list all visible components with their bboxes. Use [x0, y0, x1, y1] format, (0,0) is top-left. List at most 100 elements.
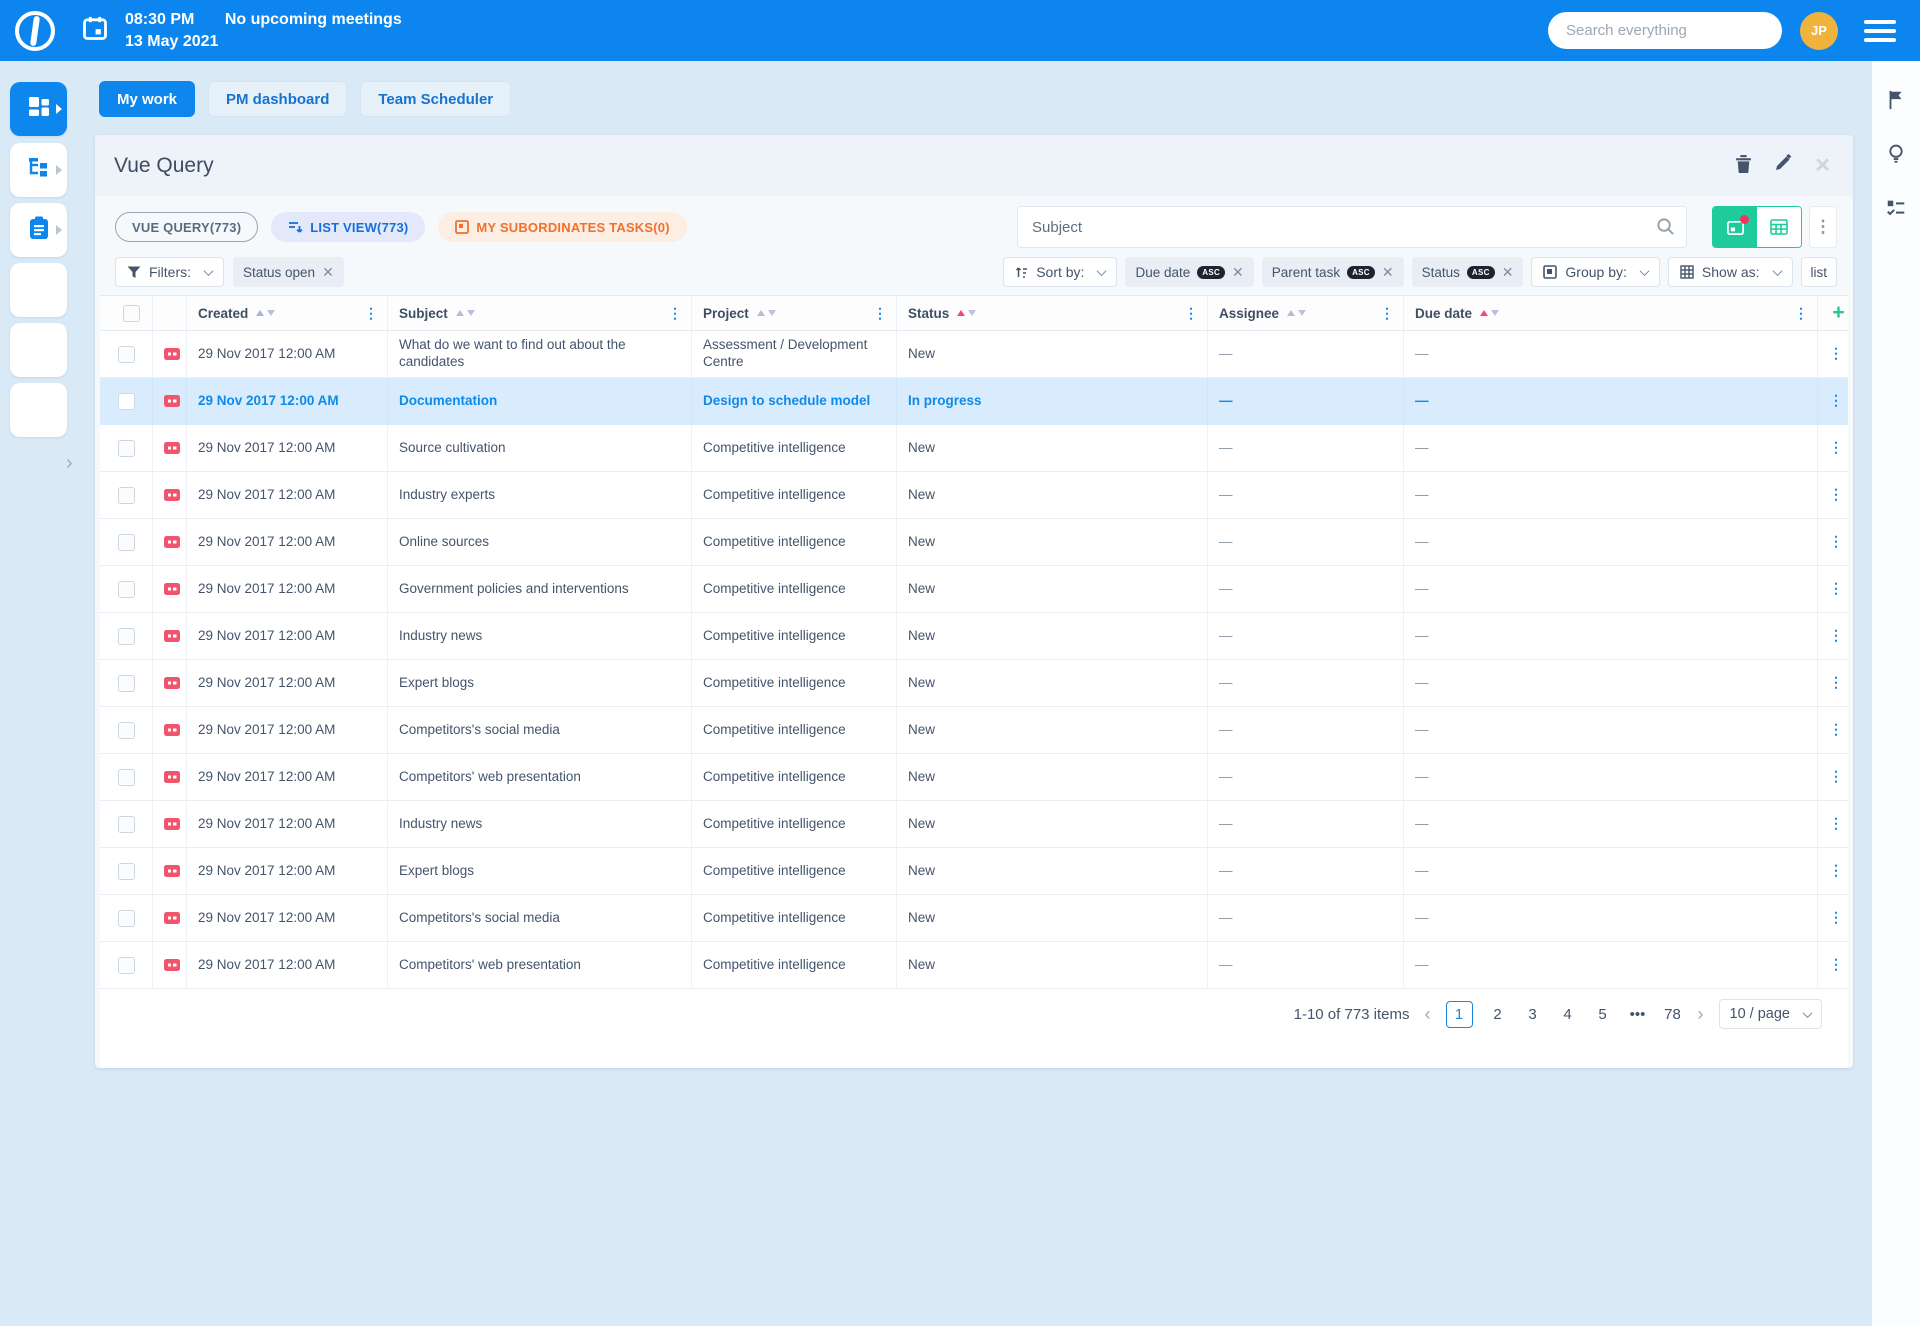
column-header-status[interactable]: Status ⋮ [897, 296, 1208, 330]
subject-cell[interactable]: Industry news [399, 816, 482, 833]
row-menu-icon[interactable]: ⋮ [1829, 580, 1843, 598]
row-checkbox[interactable] [118, 393, 135, 410]
sort-chip[interactable]: Due date ASC ✕ [1125, 257, 1253, 287]
table-row[interactable]: 29 Nov 2017 12:00 AM Industry news Compe… [100, 801, 1848, 848]
sort-chip[interactable]: Status ASC ✕ [1412, 257, 1524, 287]
column-menu-icon[interactable]: ⋮ [873, 305, 896, 322]
project-cell[interactable]: Competitive intelligence [703, 487, 846, 504]
lightbulb-icon[interactable] [1885, 143, 1907, 165]
view-button-vue-query[interactable]: VUE QUERY(773) [115, 212, 258, 242]
tab-pm-dashboard[interactable]: PM dashboard [208, 81, 347, 117]
sort-arrows[interactable] [256, 310, 275, 316]
table-row[interactable]: 29 Nov 2017 12:00 AM Expert blogs Compet… [100, 660, 1848, 707]
project-cell[interactable]: Competitive intelligence [703, 675, 846, 692]
table-row[interactable]: 29 Nov 2017 12:00 AM Competitors' web pr… [100, 754, 1848, 801]
column-header-due-date[interactable]: Due date ⋮ [1404, 296, 1818, 330]
column-menu-icon[interactable]: ⋮ [1794, 305, 1817, 322]
row-menu-icon[interactable]: ⋮ [1829, 486, 1843, 504]
row-checkbox[interactable] [118, 957, 135, 974]
show-as-dropdown[interactable]: Show as: [1668, 257, 1793, 287]
select-all-checkbox[interactable] [123, 305, 140, 322]
project-cell[interactable]: Competitive intelligence [703, 534, 846, 551]
subject-search-input[interactable] [1017, 206, 1687, 248]
list-mode-button[interactable]: list [1801, 257, 1838, 287]
column-header-created[interactable]: Created ⋮ [187, 296, 388, 330]
sidebar-item-projects[interactable] [10, 143, 67, 197]
sort-arrows[interactable] [1287, 310, 1306, 316]
page-size-dropdown[interactable]: 10 / page [1719, 999, 1822, 1029]
sort-arrows[interactable] [456, 310, 475, 316]
row-checkbox[interactable] [118, 487, 135, 504]
row-checkbox[interactable] [118, 534, 135, 551]
table-row[interactable]: 29 Nov 2017 12:00 AM Competitors's socia… [100, 895, 1848, 942]
table-row[interactable]: 29 Nov 2017 12:00 AM Competitors' web pr… [100, 942, 1848, 989]
page-number[interactable]: 1 [1446, 1001, 1473, 1028]
table-row[interactable]: 29 Nov 2017 12:00 AM Expert blogs Compet… [100, 848, 1848, 895]
subject-cell[interactable]: Source cultivation [399, 440, 506, 457]
project-cell[interactable]: Assessment / Development Centre [703, 337, 886, 371]
table-row[interactable]: 29 Nov 2017 12:00 AM Government policies… [100, 566, 1848, 613]
project-cell[interactable]: Competitive intelligence [703, 910, 846, 927]
delete-view-icon[interactable] [1735, 154, 1752, 178]
row-menu-icon[interactable]: ⋮ [1829, 909, 1843, 927]
column-menu-icon[interactable]: ⋮ [668, 305, 691, 322]
page-number[interactable]: 5 [1593, 1006, 1613, 1023]
row-checkbox[interactable] [118, 440, 135, 457]
page-number[interactable]: 78 [1663, 1006, 1683, 1023]
table-row[interactable]: 29 Nov 2017 12:00 AM Industry news Compe… [100, 613, 1848, 660]
close-panel-icon[interactable]: ✕ [1814, 153, 1831, 178]
row-checkbox[interactable] [118, 722, 135, 739]
project-cell[interactable]: Competitive intelligence [703, 816, 846, 833]
view-button-list-view[interactable]: LIST VIEW(773) [271, 212, 425, 242]
table-row[interactable]: 29 Nov 2017 12:00 AM Industry experts Co… [100, 472, 1848, 519]
row-menu-icon[interactable]: ⋮ [1829, 345, 1843, 363]
row-checkbox[interactable] [118, 628, 135, 645]
sort-arrows[interactable] [757, 310, 776, 316]
column-header-subject[interactable]: Subject ⋮ [388, 296, 692, 330]
row-checkbox[interactable] [118, 346, 135, 363]
sidebar-expand-chevron-icon[interactable]: › [66, 452, 73, 475]
row-menu-icon[interactable]: ⋮ [1829, 862, 1843, 880]
column-header-assignee[interactable]: Assignee ⋮ [1208, 296, 1404, 330]
project-cell[interactable]: Competitive intelligence [703, 628, 846, 645]
toolbar-more-icon[interactable]: ⋮ [1809, 206, 1837, 248]
subject-cell[interactable]: Expert blogs [399, 675, 474, 692]
row-checkbox[interactable] [118, 816, 135, 833]
row-menu-icon[interactable]: ⋮ [1829, 439, 1843, 457]
remove-sort-icon[interactable]: ✕ [1232, 264, 1244, 281]
column-header-project[interactable]: Project ⋮ [692, 296, 897, 330]
row-menu-icon[interactable]: ⋮ [1829, 533, 1843, 551]
hamburger-menu-icon[interactable] [1864, 20, 1896, 42]
group-by-dropdown[interactable]: Group by: [1531, 257, 1659, 287]
project-cell[interactable]: Competitive intelligence [703, 863, 846, 880]
page-number[interactable]: 4 [1558, 1006, 1578, 1023]
tab-team-scheduler[interactable]: Team Scheduler [360, 81, 511, 117]
prev-page-icon[interactable]: ‹ [1425, 1004, 1431, 1025]
view-button-my-subordinates-tasks[interactable]: MY SUBORDINATES TASKS(0) [438, 212, 686, 242]
sidebar-item-empty[interactable] [10, 383, 67, 437]
subject-cell[interactable]: Online sources [399, 534, 489, 551]
row-menu-icon[interactable]: ⋮ [1829, 627, 1843, 645]
checklist-icon[interactable] [1885, 197, 1907, 219]
global-search-input[interactable] [1548, 12, 1782, 49]
page-number[interactable]: 3 [1523, 1006, 1543, 1023]
calendar-icon[interactable] [81, 14, 109, 47]
app-logo-icon[interactable] [15, 11, 55, 51]
user-avatar[interactable]: JP [1800, 12, 1838, 50]
table-view-button[interactable] [1757, 207, 1801, 247]
remove-sort-icon[interactable]: ✕ [1382, 264, 1394, 281]
board-view-button[interactable] [1713, 207, 1757, 247]
sidebar-item-dashboard[interactable] [10, 82, 67, 136]
table-row[interactable]: 29 Nov 2017 12:00 AM What do we want to … [100, 331, 1848, 378]
subject-cell[interactable]: Government policies and interventions [399, 581, 629, 598]
project-cell[interactable]: Design to schedule model [703, 393, 870, 410]
column-menu-icon[interactable]: ⋮ [364, 305, 387, 322]
table-row[interactable]: 29 Nov 2017 12:00 AM Source cultivation … [100, 425, 1848, 472]
row-checkbox[interactable] [118, 581, 135, 598]
next-page-icon[interactable]: › [1698, 1004, 1704, 1025]
filter-chip-status-open[interactable]: Status open ✕ [233, 257, 344, 287]
project-cell[interactable]: Competitive intelligence [703, 957, 846, 974]
table-row[interactable]: 29 Nov 2017 12:00 AM Online sources Comp… [100, 519, 1848, 566]
row-checkbox[interactable] [118, 910, 135, 927]
column-menu-icon[interactable]: ⋮ [1380, 305, 1403, 322]
